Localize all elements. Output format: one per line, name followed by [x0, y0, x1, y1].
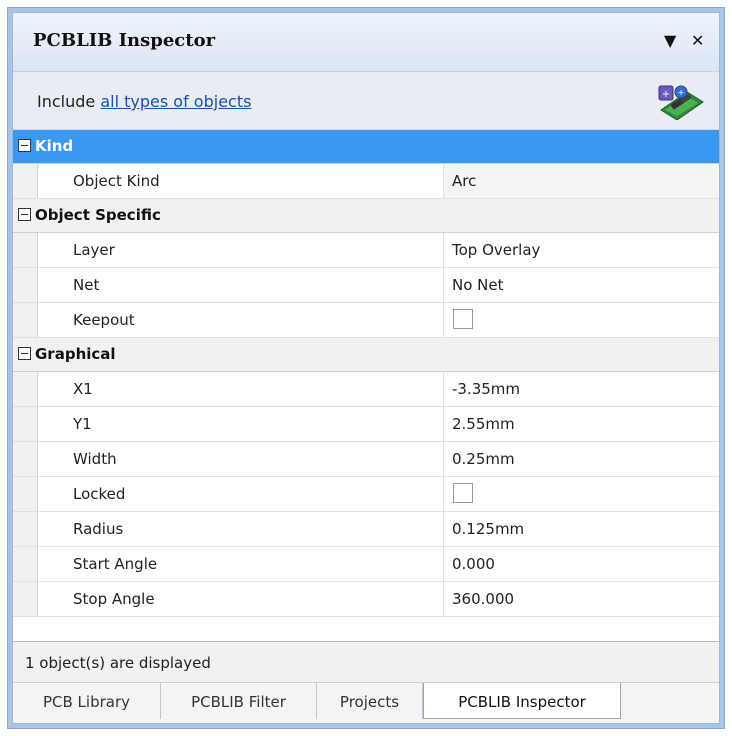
close-icon[interactable]: ✕: [691, 31, 704, 50]
object-types-link[interactable]: all types of objects: [100, 92, 251, 111]
property-value[interactable]: 0.125mm: [443, 512, 719, 546]
property-name: Keepout: [73, 311, 135, 329]
property-value[interactable]: 0.000: [443, 547, 719, 581]
property-value[interactable]: -3.35mm: [443, 372, 719, 406]
property-row-stop-angle[interactable]: Stop Angle 360.000: [13, 582, 719, 617]
property-value[interactable]: Top Overlay: [443, 233, 719, 267]
include-prefix: Include: [37, 92, 96, 111]
property-row-object-kind[interactable]: Object Kind Arc: [13, 164, 719, 199]
property-value[interactable]: 2.55mm: [443, 407, 719, 441]
property-name: Net: [73, 276, 100, 294]
property-name: Layer: [73, 241, 115, 259]
collapse-toggle-icon[interactable]: [18, 347, 31, 360]
status-text: 1 object(s) are displayed: [25, 654, 211, 672]
property-row-radius[interactable]: Radius 0.125mm: [13, 512, 719, 547]
panel-tabs: PCB Library PCBLIB Filter Projects PCBLI…: [13, 682, 719, 723]
tab-pcblib-inspector[interactable]: PCBLIB Inspector: [423, 683, 621, 719]
panel-menu-icon[interactable]: ▼: [664, 31, 676, 50]
property-name: Object Kind: [73, 172, 160, 190]
category-kind[interactable]: Kind: [13, 130, 719, 164]
locked-checkbox[interactable]: [453, 483, 473, 503]
property-name: Stop Angle: [73, 590, 155, 608]
property-grid: Kind Object Kind Arc Object Specific Lay…: [13, 130, 719, 617]
title-bar: PCBLIB Inspector ▼ ✕: [13, 13, 719, 72]
property-row-start-angle[interactable]: Start Angle 0.000: [13, 547, 719, 582]
property-value[interactable]: 360.000: [443, 582, 719, 616]
pcblib-inspector-panel: PCBLIB Inspector ▼ ✕ Include all types o…: [12, 12, 720, 724]
property-name: Radius: [73, 520, 124, 538]
property-row-x1[interactable]: X1 -3.35mm: [13, 372, 719, 407]
property-name: Width: [73, 450, 117, 468]
pcb-library-icon[interactable]: + +: [657, 84, 705, 120]
property-value[interactable]: 0.25mm: [443, 442, 719, 476]
tab-pcblib-filter[interactable]: PCBLIB Filter: [161, 683, 317, 719]
svg-text:+: +: [678, 88, 685, 97]
category-graphical[interactable]: Graphical: [13, 338, 719, 372]
tab-pcb-library[interactable]: PCB Library: [13, 683, 161, 719]
property-name: Y1: [73, 415, 92, 433]
collapse-toggle-icon[interactable]: [18, 208, 31, 221]
property-name: X1: [73, 380, 93, 398]
property-value[interactable]: No Net: [443, 268, 719, 302]
property-row-keepout[interactable]: Keepout: [13, 303, 719, 338]
collapse-toggle-icon[interactable]: [18, 139, 31, 152]
category-object-specific[interactable]: Object Specific: [13, 199, 719, 233]
include-bar: Include all types of objects + +: [13, 72, 719, 130]
svg-text:+: +: [662, 89, 670, 100]
property-name: Locked: [73, 485, 126, 503]
panel-title: PCBLIB Inspector: [33, 30, 216, 51]
property-value: [443, 303, 719, 337]
property-row-layer[interactable]: Layer Top Overlay: [13, 233, 719, 268]
property-row-locked[interactable]: Locked: [13, 477, 719, 512]
tab-projects[interactable]: Projects: [317, 683, 423, 719]
keepout-checkbox[interactable]: [453, 309, 473, 329]
property-row-width[interactable]: Width 0.25mm: [13, 442, 719, 477]
property-value: Arc: [443, 164, 719, 198]
property-name: Start Angle: [73, 555, 158, 573]
property-value: [443, 477, 719, 511]
property-row-net[interactable]: Net No Net: [13, 268, 719, 303]
status-bar: 1 object(s) are displayed: [13, 641, 719, 682]
property-row-y1[interactable]: Y1 2.55mm: [13, 407, 719, 442]
